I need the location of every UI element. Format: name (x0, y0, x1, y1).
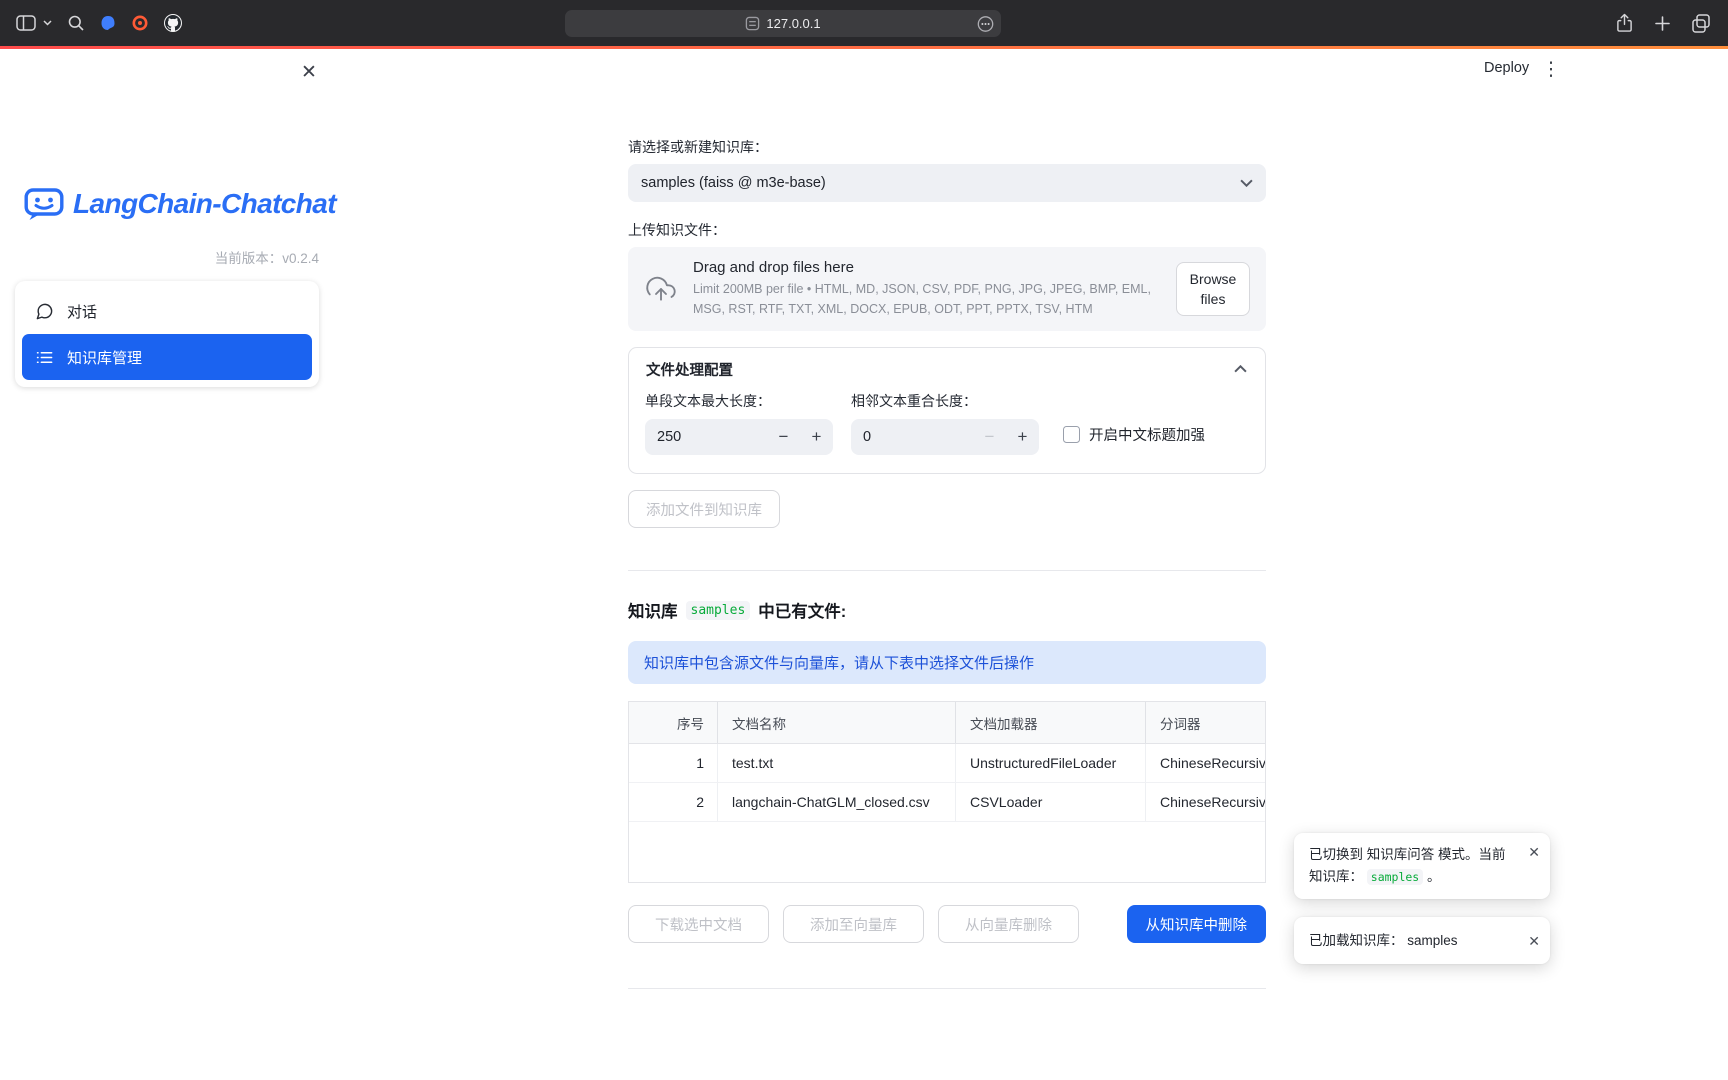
overlap-input[interactable]: 0 − + (851, 419, 1039, 455)
chunk-size-value[interactable]: 250 (645, 429, 767, 445)
main-content: 请选择或新建知识库： samples (faiss @ m3e-base) 上传… (628, 49, 1266, 989)
close-icon[interactable]: ✕ (1528, 929, 1540, 951)
toast-text: 已加载知识库： samples (1309, 930, 1458, 952)
heading-prefix: 知识库 (628, 598, 678, 622)
url-bar[interactable]: 127.0.0.1 (565, 10, 1001, 37)
divider (628, 988, 1266, 989)
delete-from-kb-button[interactable]: 从知识库中删除 (1127, 905, 1267, 943)
checkbox-unchecked-icon[interactable] (1063, 426, 1080, 443)
overlap-label: 相邻文本重合长度： (851, 391, 1039, 411)
info-banner: 知识库中包含源文件与向量库，请从下表中选择文件后操作 (628, 641, 1266, 684)
app-version: 当前版本：v0.2.4 (215, 247, 319, 267)
add-files-button[interactable]: 添加文件到知识库 (628, 490, 780, 528)
title-enhance-control: 开启中文标题加强 (1063, 391, 1205, 452)
checkbox-label: 开启中文标题加强 (1089, 424, 1205, 445)
dropzone-title: Drag and drop files here (693, 259, 1161, 276)
kb-files-table: 序号 文档名称 文档加载器 分词器 1 test.txt Unstructure… (628, 701, 1266, 883)
chunk-size-control: 单段文本最大长度： 250 − + (645, 391, 833, 455)
sidebar-item-dialogue[interactable]: 对话 (22, 288, 312, 334)
download-selected-button[interactable]: 下载选中文档 (628, 905, 769, 943)
table-cell-docname[interactable]: test.txt (717, 744, 955, 782)
table-row[interactable]: 2 langchain-ChatGLM_closed.csv CSVLoader… (629, 783, 1266, 822)
add-to-vector-store-button[interactable]: 添加至向量库 (783, 905, 924, 943)
table-cell-index[interactable]: 2 (629, 783, 717, 821)
divider (628, 570, 1266, 571)
column-header-docname[interactable]: 文档名称 (717, 702, 955, 743)
increment-button[interactable]: + (800, 419, 833, 455)
pinned-tab-icon-1[interactable] (100, 15, 116, 31)
browser-chrome: 127.0.0.1 (0, 0, 1728, 46)
chat-bubble-icon (35, 302, 54, 321)
overlap-control: 相邻文本重合长度： 0 − + (851, 391, 1039, 455)
table-header-row: 序号 文档名称 文档加载器 分词器 (629, 702, 1266, 744)
file-dropzone[interactable]: Drag and drop files here Limit 200MB per… (628, 247, 1266, 331)
close-icon[interactable]: ✕ (1528, 841, 1540, 863)
heading-suffix: 中已有文件: (758, 598, 846, 622)
decrement-button[interactable]: − (767, 419, 800, 455)
column-header-index[interactable]: 序号 (629, 702, 717, 743)
table-actions: 下载选中文档 添加至向量库 从向量库删除 从知识库中删除 (628, 905, 1266, 943)
sidebar-menu: 对话 知识库管理 (15, 281, 319, 387)
app-logo: LangChain-Chatchat (24, 187, 336, 221)
title-enhance-checkbox-row[interactable]: 开启中文标题加强 (1063, 416, 1205, 452)
column-header-splitter[interactable]: 分词器 (1145, 702, 1266, 743)
sidebar-toggle-icon[interactable] (16, 15, 36, 31)
kb-select-label: 请选择或新建知识库： (628, 137, 1266, 157)
toast-mode-switched: 已切换到 知识库问答 模式。当前知识库： samples 。 ✕ (1294, 833, 1550, 899)
toast-kb-code: samples (1367, 869, 1423, 885)
upload-label: 上传知识文件： (628, 220, 1266, 240)
sidebar-close-icon[interactable]: ✕ (297, 60, 321, 84)
table-cell-loader[interactable]: UnstructuredFileLoader (955, 744, 1145, 782)
site-icon (745, 16, 760, 31)
overlap-value[interactable]: 0 (851, 429, 973, 445)
github-icon[interactable] (164, 14, 182, 32)
toast-kb-loaded: 已加载知识库： samples ✕ (1294, 917, 1550, 964)
overflow-menu-icon[interactable]: ⋮ (1540, 58, 1562, 80)
chevron-down-icon (1240, 179, 1253, 187)
kb-files-heading: 知识库 samples 中已有文件: (628, 598, 1266, 622)
chevron-down-icon[interactable] (43, 20, 52, 26)
file-config-expander: 文件处理配置 单段文本最大长度： 250 − + 相邻文本重合长度： (628, 347, 1266, 474)
search-icon[interactable] (68, 15, 84, 31)
sidebar: ✕ LangChain-Chatchat 当前版本：v0.2.4 对话 (0, 49, 334, 1080)
browse-files-button[interactable]: Browse files (1176, 262, 1250, 317)
table-cell-index[interactable]: 1 (629, 744, 717, 782)
table-cell-splitter[interactable]: ChineseRecursive (1145, 744, 1266, 782)
expander-title: 文件处理配置 (646, 359, 733, 380)
deploy-button[interactable]: Deploy (1484, 60, 1529, 76)
streamlit-decoration-bar (0, 46, 1728, 49)
sidebar-item-knowledge-base[interactable]: 知识库管理 (22, 334, 312, 380)
upload-cloud-icon (644, 274, 678, 304)
toast-text-suffix: 。 (1427, 869, 1441, 884)
expander-header[interactable]: 文件处理配置 (629, 348, 1265, 390)
logo-icon (24, 187, 64, 221)
table-cell-docname[interactable]: langchain-ChatGLM_closed.csv (717, 783, 955, 821)
kb-name-code: samples (686, 601, 751, 620)
tab-overview-icon[interactable] (1692, 14, 1710, 33)
chunk-size-input[interactable]: 250 − + (645, 419, 833, 455)
pinned-tab-icon-2[interactable] (132, 15, 148, 31)
column-header-loader[interactable]: 文档加载器 (955, 702, 1145, 743)
table-cell-splitter[interactable]: ChineseRecursive (1145, 783, 1266, 821)
page-settings-icon[interactable] (977, 15, 994, 32)
sidebar-item-label: 对话 (67, 301, 97, 322)
table-row[interactable]: 1 test.txt UnstructuredFileLoader Chines… (629, 744, 1266, 783)
knowledge-base-icon (35, 348, 54, 367)
sidebar-item-label: 知识库管理 (67, 347, 142, 368)
delete-from-vector-store-button[interactable]: 从向量库删除 (938, 905, 1079, 943)
decrement-button[interactable]: − (973, 419, 1006, 455)
increment-button[interactable]: + (1006, 419, 1039, 455)
kb-selectbox[interactable]: samples (faiss @ m3e-base) (628, 164, 1266, 202)
kb-selected-value: samples (faiss @ m3e-base) (641, 175, 826, 191)
table-cell-loader[interactable]: CSVLoader (955, 783, 1145, 821)
logo-text: LangChain-Chatchat (73, 188, 336, 220)
new-tab-icon[interactable] (1655, 16, 1670, 31)
url-text: 127.0.0.1 (766, 16, 820, 31)
share-icon[interactable] (1616, 13, 1633, 33)
chunk-size-label: 单段文本最大长度： (645, 391, 833, 411)
dropzone-limit-text: Limit 200MB per file • HTML, MD, JSON, C… (693, 280, 1161, 319)
chevron-up-icon (1234, 365, 1247, 373)
